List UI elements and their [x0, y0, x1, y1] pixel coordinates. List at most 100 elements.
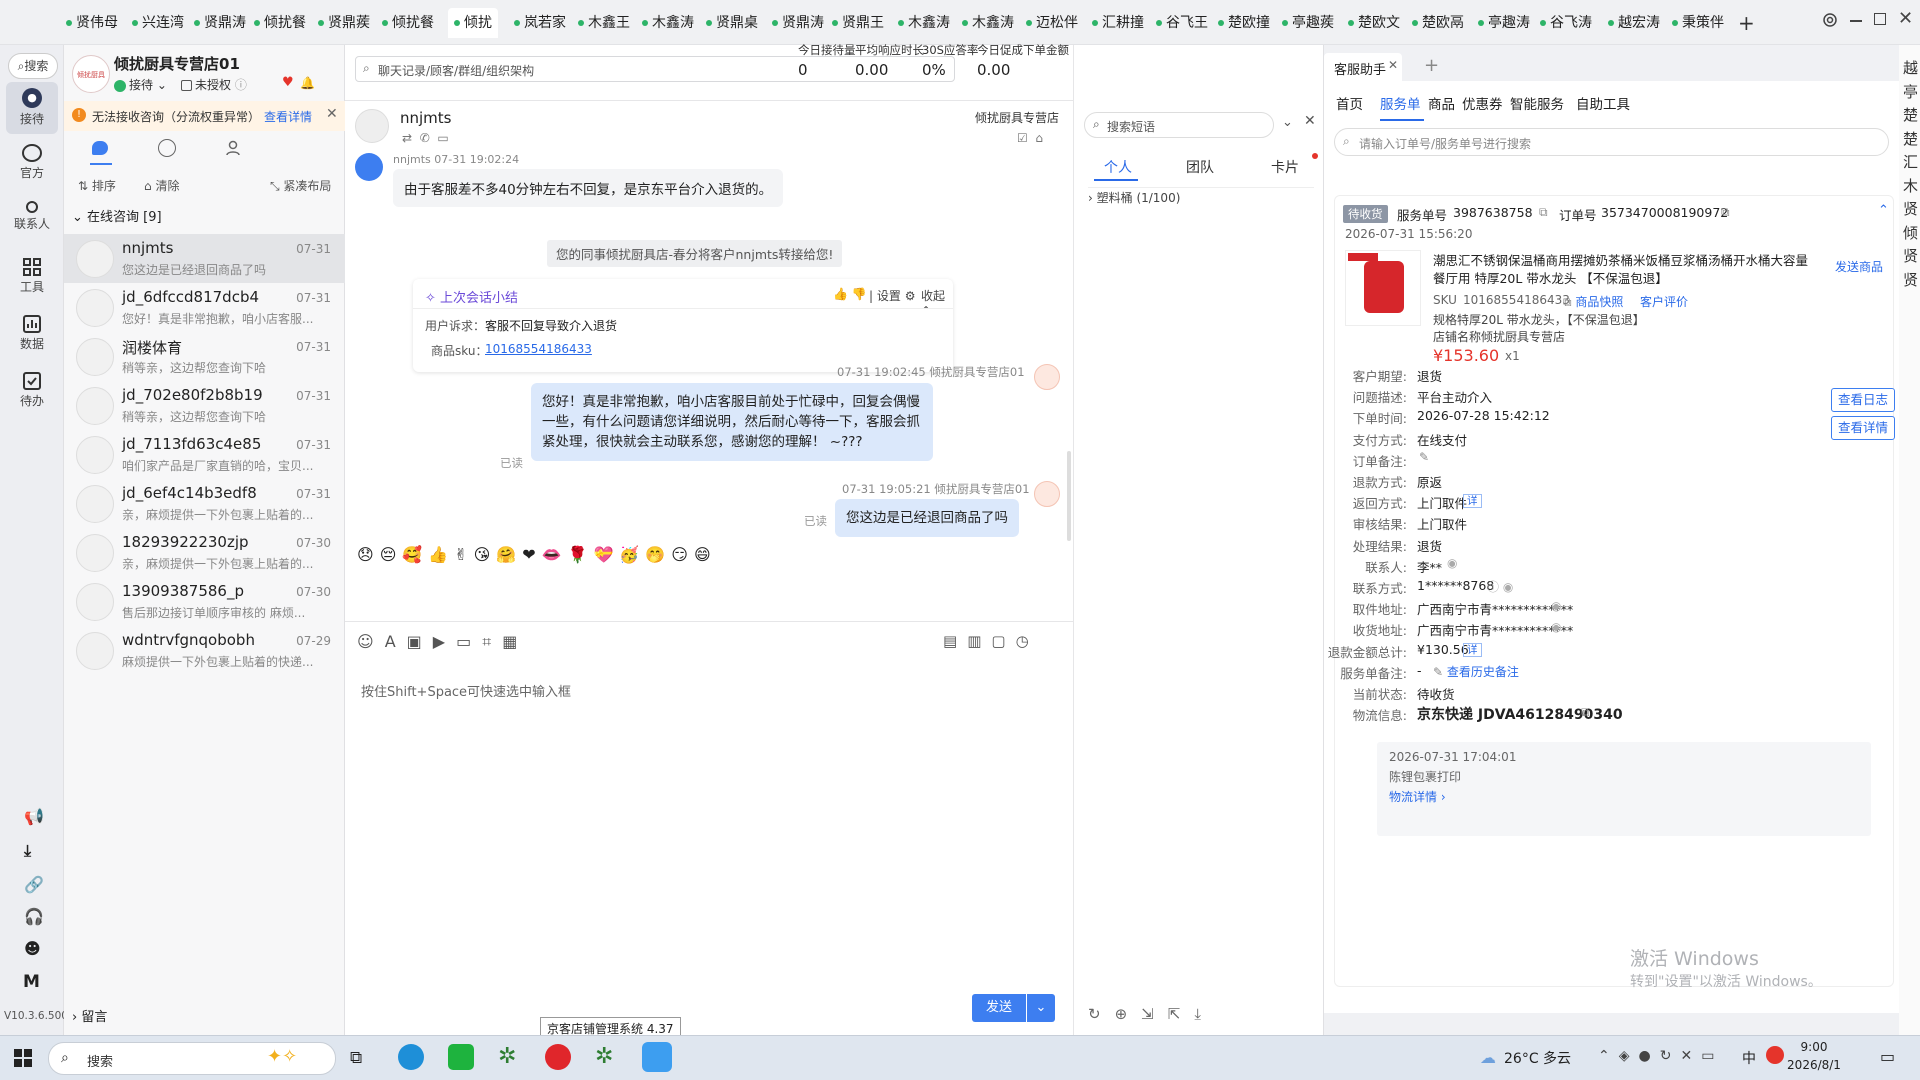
emoji-icon[interactable]: ☺: [357, 632, 385, 651]
import-icon[interactable]: ⇲: [1141, 1005, 1168, 1023]
export-icon[interactable]: ⇱: [1168, 1005, 1195, 1023]
emoji-option[interactable]: ✌: [454, 545, 473, 564]
phrase-search-input[interactable]: ⌕ 搜索短语: [1084, 112, 1274, 138]
taskbar-search[interactable]: ⌕ 搜索 ✦✧: [48, 1042, 336, 1075]
summary-sku-link[interactable]: 10168554186433: [485, 342, 592, 356]
clear-button[interactable]: ⌂ 清除: [144, 177, 179, 194]
view-log-button[interactable]: 查看日志: [1831, 388, 1895, 412]
link-icon[interactable]: 🔗: [24, 875, 44, 894]
tab-item[interactable]: 木鑫涛: [962, 10, 1014, 36]
image-icon[interactable]: ▣: [407, 632, 433, 651]
help-eye-icon[interactable]: ⓘ ◉: [1487, 578, 1513, 595]
minimize-icon[interactable]: [1850, 20, 1862, 22]
nav-reception[interactable]: ● 接待: [6, 82, 58, 134]
emoji-option[interactable]: 👄: [542, 545, 568, 564]
conversation-item[interactable]: jd_6dfccd817dcb4 07-31 您好！真是非常抱歉，咱小店客服...: [64, 283, 345, 332]
side-tab-char[interactable]: 楚: [1903, 128, 1918, 149]
amount-detail-tag[interactable]: 详: [1463, 642, 1482, 657]
assistant-nav-item[interactable]: 自助工具: [1576, 93, 1630, 113]
tab-item[interactable]: 亭趣涛: [1478, 10, 1530, 36]
collapse-icon[interactable]: ⌃: [1878, 203, 1889, 218]
input-lang[interactable]: 中: [1742, 1048, 1756, 1068]
phone-icon[interactable]: ✆: [420, 131, 430, 145]
video-icon[interactable]: ▶: [433, 632, 456, 651]
crop-icon[interactable]: ⌗: [482, 632, 502, 651]
side-tab-char[interactable]: 贤: [1903, 198, 1918, 219]
view-detail-button[interactable]: 查看详情: [1831, 416, 1895, 440]
chevron-up-icon[interactable]: ⌃: [1598, 1048, 1619, 1064]
windows-start-icon[interactable]: [14, 1049, 32, 1067]
robot-icon[interactable]: ☻: [24, 939, 41, 958]
m-icon[interactable]: M: [23, 972, 40, 992]
nav-contacts[interactable]: 联系人: [6, 197, 58, 245]
assistant-nav-item[interactable]: 首页: [1336, 93, 1363, 113]
tab-item[interactable]: 贤鼎王: [832, 10, 884, 36]
detail-tag[interactable]: 详: [1463, 493, 1482, 508]
shield-icon[interactable]: ◈: [1619, 1048, 1639, 1064]
send-options-button[interactable]: ⌄: [1027, 994, 1055, 1022]
bag-icon[interactable]: ⌂: [1035, 131, 1043, 145]
jd-app-icon[interactable]: [642, 1042, 672, 1072]
settings-icon[interactable]: [1822, 12, 1838, 28]
assistant-nav-item[interactable]: 优惠券: [1462, 93, 1503, 113]
assistant-tab[interactable]: 客服助手 ✕: [1324, 53, 1402, 81]
task-view-icon[interactable]: ⧉: [350, 1048, 362, 1068]
side-tab-char[interactable]: 倾: [1903, 222, 1918, 243]
tab-item[interactable]: 越宏涛: [1608, 10, 1660, 36]
phrase-close-icon[interactable]: ✕: [1304, 113, 1316, 129]
copy-icon[interactable]: ⧉: [1721, 205, 1730, 220]
tab-item[interactable]: 倾扰餐: [382, 10, 434, 36]
assistant-tab-close-icon[interactable]: ✕: [1388, 58, 1398, 72]
emoji-option[interactable]: 🌹: [568, 545, 594, 564]
emoji-option[interactable]: 😔: [380, 545, 403, 564]
tab-item[interactable]: 贤伟母: [66, 10, 118, 36]
wechat-tray-icon[interactable]: ●: [1639, 1048, 1660, 1064]
add-icon[interactable]: ⊕: [1115, 1005, 1142, 1023]
send-goods-button[interactable]: 发送商品: [1835, 258, 1883, 275]
calc-icon[interactable]: ▤: [943, 632, 967, 650]
tab-item[interactable]: 兴连湾: [132, 10, 184, 36]
edge-icon[interactable]: [398, 1044, 424, 1070]
nav-search-button[interactable]: ⌕搜索: [8, 53, 58, 79]
send-button[interactable]: 发送: [972, 994, 1026, 1022]
assistant-nav-item[interactable]: 商品: [1428, 93, 1455, 113]
chat-bubble-icon[interactable]: [92, 141, 108, 155]
group-icon[interactable]: [226, 139, 244, 157]
comment-icon[interactable]: ▢: [991, 632, 1015, 650]
history-remark-link[interactable]: ✎ 查看历史备注: [1433, 663, 1519, 680]
assistant-nav-item[interactable]: 智能服务: [1510, 93, 1564, 113]
ime-icon[interactable]: [1766, 1046, 1784, 1064]
download-icon[interactable]: ⤓: [24, 841, 31, 861]
tab-item[interactable]: 谷飞王: [1156, 10, 1208, 36]
add-tab-icon[interactable]: +: [1424, 55, 1439, 76]
tab-item[interactable]: 岚若家: [514, 10, 566, 36]
snapshot-link[interactable]: ⧉ 商品快照: [1563, 293, 1623, 310]
headset-icon[interactable]: 🎧: [24, 907, 44, 926]
summary-collapse[interactable]: 收起 ⌃: [921, 287, 953, 318]
tab-item[interactable]: 亭趣蒺: [1282, 10, 1334, 36]
side-tab-char[interactable]: 越: [1903, 57, 1918, 78]
nav-tools[interactable]: 工具: [6, 254, 58, 302]
network-icon[interactable]: ▭: [1701, 1048, 1723, 1064]
clock-date[interactable]: 2026/8/1: [1784, 1058, 1844, 1072]
weather-text[interactable]: 26°C 多云: [1504, 1048, 1571, 1068]
history-icon[interactable]: [158, 139, 176, 157]
nav-todo[interactable]: 待办: [6, 368, 58, 416]
clock-icon[interactable]: ◷: [1016, 632, 1039, 650]
heart-icon[interactable]: ♥: [282, 75, 294, 90]
online-consult-header[interactable]: ⌄ 在线咨询 [9]: [72, 206, 162, 225]
conversation-item[interactable]: wdntrvfgnqobobh 07-29 麻烦提供一下外包裹上贴着的快递...: [64, 626, 345, 675]
clock-time[interactable]: 9:00: [1784, 1040, 1844, 1054]
message-input[interactable]: 按住Shift+Space可快速选中输入框: [361, 681, 1051, 901]
side-tab-char[interactable]: 木: [1903, 175, 1918, 196]
product-title[interactable]: 潮思汇不锈钢保温桶商用摆摊奶茶桶米饭桶豆浆桶汤桶开水桶大容量餐厅用 特厚20L …: [1433, 252, 1813, 288]
phrase-tab-card[interactable]: 卡片: [1271, 157, 1299, 177]
conversation-item[interactable]: jd_702e80f2b8b19 07-31 稍等亲，这边帮您查询下哈: [64, 381, 345, 430]
announcement-icon[interactable]: 📢: [24, 807, 44, 826]
auth-status[interactable]: 未授权 ⓘ: [181, 76, 247, 93]
side-tab-char[interactable]: 亭: [1903, 81, 1918, 102]
app-star-icon-2[interactable]: ✲: [595, 1044, 613, 1069]
tab-item[interactable]: 贤鼎涛: [772, 10, 824, 36]
alert-close-icon[interactable]: ✕: [326, 106, 338, 122]
eye-icon[interactable]: ◉: [1551, 599, 1561, 613]
